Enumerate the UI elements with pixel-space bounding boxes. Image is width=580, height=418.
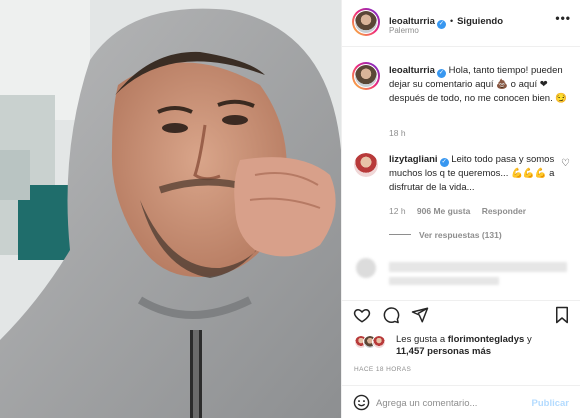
separator-dot: • xyxy=(449,16,454,26)
blurred-comment xyxy=(389,262,567,272)
view-replies[interactable]: Ver respuestas (131) xyxy=(389,230,502,240)
replies-line xyxy=(389,234,411,235)
verified-icon: ✓ xyxy=(436,69,446,78)
blurred-comment xyxy=(389,277,499,285)
caption-time[interactable]: 18 h xyxy=(389,128,406,138)
caption-username[interactable]: leoalturria xyxy=(389,65,435,76)
post-time-ago[interactable]: HACE 18 HORAS xyxy=(354,366,411,373)
likes-prefix: Les gusta a xyxy=(396,334,448,345)
liker-avatars xyxy=(354,335,394,349)
send-icon[interactable] xyxy=(411,306,429,324)
add-comment-bar: Publicar xyxy=(342,385,580,418)
view-replies-label[interactable]: Ver respuestas (131) xyxy=(419,230,502,240)
publish-button[interactable]: Publicar xyxy=(532,398,570,409)
blurred-avatar xyxy=(356,258,376,278)
likes-mid: y xyxy=(524,334,532,345)
comment-icon[interactable] xyxy=(382,306,400,324)
comment: lizytagliani ✓ Leito todo pasa y somos mu… xyxy=(389,153,559,195)
likes-user[interactable]: florimonteglad​ys xyxy=(448,334,525,345)
post-actions xyxy=(342,300,580,330)
following-button[interactable]: Siguiendo xyxy=(457,16,503,27)
location-link[interactable]: Palermo xyxy=(389,26,419,35)
more-options-icon[interactable]: ••• xyxy=(555,11,571,25)
post-side-panel: leoalturria ✓ • Siguiendo Palermo ••• leoal… xyxy=(341,0,580,418)
comment-likes[interactable]: 906 Me gusta xyxy=(417,206,470,216)
comment-time[interactable]: 12 h xyxy=(389,206,406,216)
post-photo[interactable] xyxy=(0,0,341,418)
author-avatar[interactable] xyxy=(352,8,380,36)
comment-input[interactable] xyxy=(376,395,526,411)
verified-icon: ✓ xyxy=(436,20,446,29)
likes-count[interactable]: 11,457 personas más xyxy=(396,346,491,357)
reply-button[interactable]: Responder xyxy=(482,206,526,216)
commenter-avatar[interactable] xyxy=(354,153,378,177)
likes-summary: Les gusta a florimonteglad​ys y 11,457 p… xyxy=(354,334,574,358)
heart-icon[interactable] xyxy=(353,306,371,324)
selfie-photo xyxy=(0,0,341,418)
comment-like-icon[interactable]: ♡ xyxy=(561,158,570,169)
verified-icon: ✓ xyxy=(439,158,449,167)
caption: leoalturria ✓ Hola, tanto tiempo! pueden … xyxy=(389,64,574,106)
caption-avatar[interactable] xyxy=(352,62,380,90)
comment-username[interactable]: lizytagliani xyxy=(389,154,438,165)
bookmark-icon[interactable] xyxy=(554,306,570,324)
post-header: leoalturria ✓ • Siguiendo Palermo ••• xyxy=(342,0,580,47)
smiley-icon[interactable] xyxy=(353,394,370,411)
comment-meta: 12 h 906 Me gusta Responder xyxy=(389,206,526,216)
